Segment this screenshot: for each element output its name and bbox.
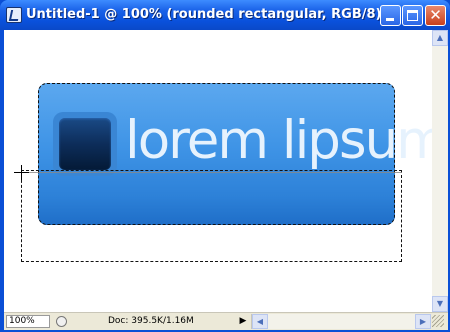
resize-grip-icon[interactable]	[432, 315, 444, 327]
photoshop-document-icon[interactable]	[6, 7, 22, 23]
minimize-button[interactable]	[380, 5, 401, 26]
minimize-icon	[386, 18, 394, 21]
scroll-down-button[interactable]: ▼	[432, 296, 448, 312]
zoom-field[interactable]: 100%	[6, 315, 50, 328]
guide-line[interactable]	[20, 172, 402, 173]
maximize-icon	[407, 10, 418, 21]
doc-size-info: Doc: 395.5K/1.16M	[108, 316, 194, 326]
title-bar[interactable]: Untitled-1 @ 100% (rounded rectangular, …	[0, 0, 450, 30]
status-menu-arrow-icon[interactable]: ▶	[237, 315, 249, 328]
status-icon[interactable]	[56, 316, 67, 327]
scroll-right-button[interactable]: ▶	[415, 314, 431, 329]
scroll-left-button[interactable]: ◀	[252, 314, 268, 329]
scroll-up-button[interactable]: ▲	[432, 30, 448, 46]
vertical-scrollbar[interactable]: ▲ ▼	[432, 30, 448, 312]
document-window: Untitled-1 @ 100% (rounded rectangular, …	[0, 0, 450, 332]
transform-marquee[interactable]	[21, 170, 402, 262]
horizontal-scrollbar[interactable]: ◀ ▶	[251, 314, 431, 329]
status-bar: 100% Doc: 395.5K/1.16M ▶ ◀ ▶	[4, 312, 448, 330]
crosshair-cursor-icon	[14, 165, 29, 180]
close-button[interactable]: ✕	[425, 5, 446, 26]
maximize-button[interactable]	[402, 5, 423, 26]
close-icon: ✕	[429, 6, 442, 24]
window-title: Untitled-1 @ 100% (rounded rectangular, …	[26, 7, 382, 22]
